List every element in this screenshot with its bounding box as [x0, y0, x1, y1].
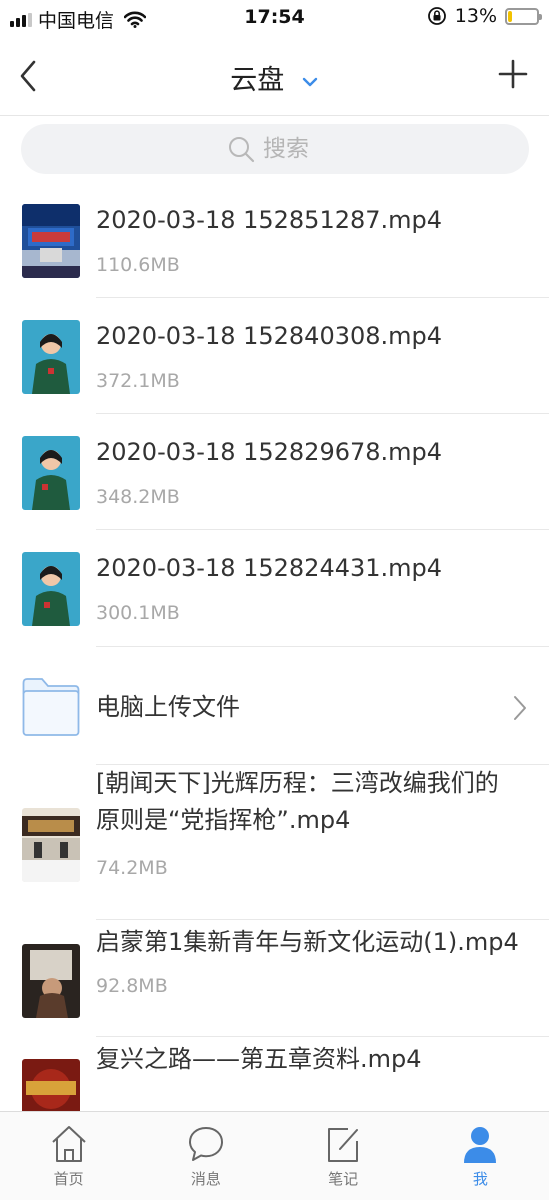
battery-percent: 13% [454, 5, 497, 27]
tab-label: 笔记 [328, 1170, 359, 1188]
page-title[interactable]: 云盘 [0, 58, 549, 97]
user-icon [464, 1127, 497, 1163]
file-name: 2020-03-18 152840308.mp4 [96, 322, 443, 350]
file-size: 348.2MB [96, 486, 180, 508]
battery-level [508, 10, 512, 22]
note-icon [328, 1128, 359, 1162]
list-item[interactable]: [朝闻天下]光辉历程：三湾改编我们的原则是“党指挥枪”.mp4 74.2MB [0, 765, 549, 920]
tab-notes[interactable]: 笔记 [275, 1112, 412, 1200]
message-icon [188, 1127, 223, 1161]
file-size: 74.2MB [96, 857, 168, 879]
list-item[interactable]: 2020-03-18 152840308.mp4 372.1MB [0, 298, 549, 414]
file-name: 2020-03-18 152851287.mp4 [96, 206, 443, 234]
file-name: 启蒙第1集新青年与新文化运动(1).mp4 [96, 928, 519, 956]
list-item[interactable]: 启蒙第1集新青年与新文化运动(1).mp4 92.8MB [0, 920, 549, 1037]
video-thumbnail [22, 808, 80, 882]
video-thumbnail [22, 944, 80, 1018]
chevron-down-icon [302, 77, 317, 86]
video-thumbnail [22, 436, 80, 510]
list-item[interactable]: 2020-03-18 152824431.mp4 300.1MB [0, 530, 549, 647]
chevron-right-icon [514, 696, 526, 720]
battery-icon [505, 7, 542, 25]
list-item[interactable]: 2020-03-18 152851287.mp4 110.6MB [0, 180, 549, 298]
tab-label: 我 [472, 1170, 488, 1188]
folder-icon [22, 678, 80, 736]
file-name: [朝闻天下]光辉历程：三湾改编我们的原则是“党指挥枪”.mp4 [96, 769, 499, 834]
tab-home[interactable]: 首页 [0, 1112, 137, 1200]
tab-messages[interactable]: 消息 [137, 1112, 274, 1200]
video-thumbnail [22, 552, 80, 626]
nav-bar: 云盘 [0, 38, 549, 116]
rotation-lock-icon [427, 7, 446, 25]
tab-label: 首页 [53, 1170, 84, 1188]
home-icon [51, 1126, 86, 1162]
folder-name: 电脑上传文件 [96, 693, 240, 721]
video-thumbnail [22, 1059, 80, 1111]
file-size: 300.1MB [96, 602, 180, 624]
status-bar: 中国电信 17:54 13% [0, 0, 549, 38]
search-icon [229, 137, 255, 163]
tab-label: 消息 [190, 1170, 221, 1188]
folder-item[interactable]: 电脑上传文件 [0, 647, 549, 765]
file-size: 92.8MB [96, 975, 168, 997]
file-size: 110.6MB [96, 254, 180, 276]
page-title-label: 云盘 [230, 65, 285, 96]
tab-bar: 首页 消息 笔记 我 [0, 1111, 549, 1200]
search-input[interactable] [263, 136, 323, 162]
tab-me[interactable]: 我 [412, 1112, 549, 1200]
video-thumbnail [22, 204, 80, 278]
search-bar[interactable] [21, 124, 529, 174]
video-thumbnail [22, 320, 80, 394]
list-item[interactable]: 复兴之路——第五章资料.mp4 [0, 1037, 549, 1111]
file-name: 复兴之路——第五章资料.mp4 [96, 1045, 422, 1073]
file-name: 2020-03-18 152829678.mp4 [96, 438, 443, 466]
list-item[interactable]: 2020-03-18 152829678.mp4 348.2MB [0, 414, 549, 530]
file-size: 372.1MB [96, 370, 180, 392]
file-name: 2020-03-18 152824431.mp4 [96, 554, 443, 582]
plus-icon[interactable] [497, 58, 529, 90]
